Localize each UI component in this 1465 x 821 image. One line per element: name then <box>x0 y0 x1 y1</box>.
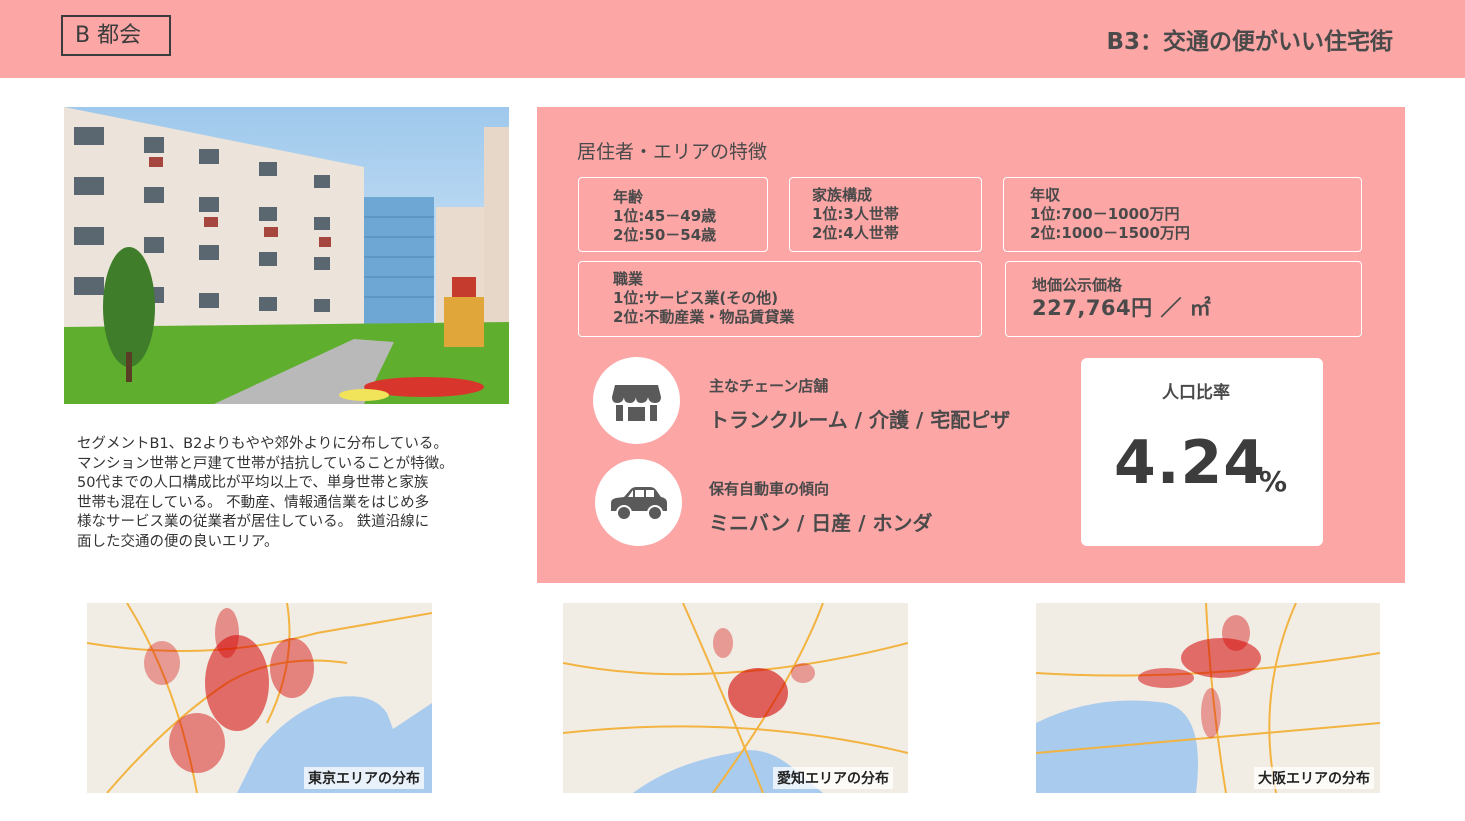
age-rank-2: 2位:50－54歳 <box>613 226 717 244</box>
aichi-map-caption: 愛知エリアの分布 <box>773 767 893 789</box>
population-ratio-value: 4.24 <box>1114 428 1267 498</box>
income-rank-2: 2位:1000－1500万円 <box>1030 224 1190 242</box>
segment-badge: B 都会 <box>61 15 171 56</box>
occupation-rank-1: 1位:サービス業(その他) <box>613 289 779 307</box>
age-box: 年齢 1位:45－49歳 2位:50－54歳 <box>578 177 768 252</box>
occupation-label: 職業 <box>613 270 644 288</box>
land-price-box: 地価公示価格 227,764円 ／ ㎡ <box>1005 261 1362 337</box>
population-ratio-label: 人口比率 <box>1162 383 1230 403</box>
tokyo-distribution-map: 東京エリアの分布 <box>87 603 432 793</box>
income-label: 年収 <box>1030 186 1061 204</box>
income-box: 年収 1位:700－1000万円 2位:1000－1500万円 <box>1003 177 1362 252</box>
occupation-box: 職業 1位:サービス業(その他) 2位:不動産業・物品賃貸業 <box>578 261 982 337</box>
header-bar: B 都会 B3：交通の便がいい住宅街 <box>0 0 1465 78</box>
occupation-rank-2: 2位:不動産業・物品賃貸業 <box>613 308 795 326</box>
population-ratio-card: 人口比率 4.24 % <box>1081 358 1323 546</box>
age-label: 年齢 <box>613 188 644 206</box>
chain-store-label: 主なチェーン店舗 <box>709 377 829 395</box>
car-trend-value: ミニバン / 日産 / ホンダ <box>709 511 933 535</box>
land-price-label: 地価公示価格 <box>1032 276 1123 294</box>
family-label: 家族構成 <box>812 186 873 204</box>
chain-store-value: トランクルーム / 介護 / 宅配ピザ <box>709 408 1011 432</box>
osaka-map-caption: 大阪エリアの分布 <box>1254 767 1374 789</box>
family-rank-1: 1位:3人世帯 <box>812 205 899 223</box>
page-title: B3：交通の便がいい住宅街 <box>1106 29 1393 55</box>
store-icon <box>593 357 680 444</box>
osaka-distribution-map: 大阪エリアの分布 <box>1036 603 1380 793</box>
segment-description: セグメントB1、B2よりもやや郊外よりに分布している。 マンション世帯と戸建て世… <box>77 436 454 550</box>
residential-area-photo <box>64 107 509 404</box>
age-rank-1: 1位:45－49歳 <box>613 207 717 225</box>
family-rank-2: 2位:4人世帯 <box>812 224 899 242</box>
characteristics-panel: 居住者・エリアの特徴 年齢 1位:45－49歳 2位:50－54歳 家族構成 1… <box>537 107 1405 583</box>
panel-title: 居住者・エリアの特徴 <box>577 141 768 163</box>
land-price-value: 227,764円 ／ ㎡ <box>1032 296 1212 320</box>
population-ratio-unit: % <box>1259 465 1288 498</box>
income-rank-1: 1位:700－1000万円 <box>1030 205 1180 223</box>
tokyo-map-caption: 東京エリアの分布 <box>304 767 424 789</box>
car-trend-label: 保有自動車の傾向 <box>709 480 830 498</box>
family-box: 家族構成 1位:3人世帯 2位:4人世帯 <box>789 177 982 252</box>
car-icon <box>595 459 682 546</box>
aichi-distribution-map: 愛知エリアの分布 <box>563 603 908 793</box>
